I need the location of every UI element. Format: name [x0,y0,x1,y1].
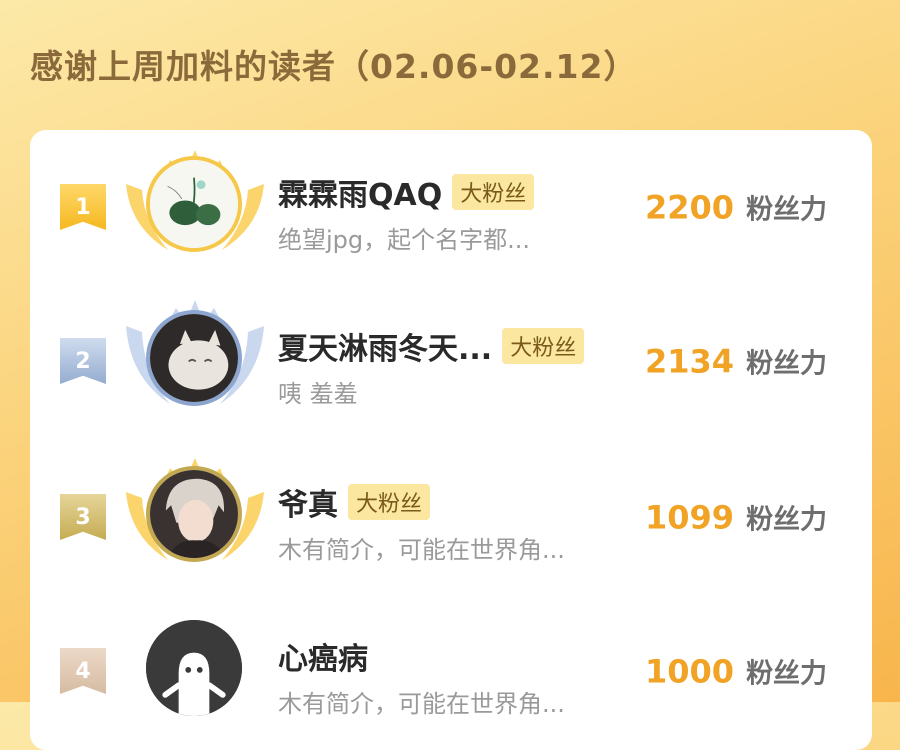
page-title: 感谢上周加料的读者（02.06-02.12） [30,47,638,86]
reader-bio: 咦 羞羞 [278,380,358,408]
reader-row-2[interactable]: 2 夏天淋雨冬天... 大粉丝 咦 羞羞 2134 粉丝力 [30,286,872,436]
fan-power-value: 1000 [645,652,735,691]
fan-power-value: 2134 [645,342,735,381]
avatar-frame [120,442,270,582]
fan-level-badge: 大粉丝 [502,328,585,364]
fan-power-unit: 粉丝力 [746,658,828,690]
fan-power: 1099 粉丝力 [645,498,827,537]
fan-power-unit: 粉丝力 [746,504,828,536]
rank-badge-icon: 3 [60,494,106,540]
reader-name[interactable]: 霖霖雨QAQ [278,170,442,214]
fan-power: 2134 粉丝力 [645,342,827,381]
white-cat-avatar-icon [150,314,238,402]
reader-name[interactable]: 心癌病 [278,634,368,678]
fan-level-badge: 大粉丝 [452,174,535,210]
fan-level-badge: 大粉丝 [348,484,431,520]
reader-bio: 绝望jpg，起个名字都... [278,226,531,254]
rank-badge-icon: 1 [60,184,106,230]
reader-row-3[interactable]: 3 爷真 大粉丝 木有简介，可能在世界角... 1099 粉丝力 [30,442,872,592]
fan-power-value: 1099 [645,498,735,537]
reader-row-4[interactable]: 4 心癌病 木有简介，可能在世界角... 1000 粉丝力 [30,596,872,746]
fan-power-unit: 粉丝力 [746,348,828,380]
reader-name[interactable]: 爷真 [278,480,338,524]
avatar[interactable] [146,466,242,562]
fan-power-value: 2200 [645,188,735,227]
avatar[interactable] [146,156,242,252]
fan-power-unit: 粉丝力 [746,194,828,226]
reader-ranking-card: 1 霖霖雨QAQ 大粉丝 绝望jpg，起个名字都... 2200 粉丝力 2 夏… [30,130,872,750]
reader-name[interactable]: 夏天淋雨冬天... [278,324,492,368]
avatar-frame [120,132,270,272]
fan-power: 2200 粉丝力 [645,188,827,227]
anime-boy-avatar-icon [150,470,238,558]
rank-badge-icon: 4 [60,648,106,694]
lotus-painting-avatar-icon [150,160,238,248]
fan-power: 1000 粉丝力 [645,652,827,691]
avatar[interactable] [146,310,242,406]
reader-row-1[interactable]: 1 霖霖雨QAQ 大粉丝 绝望jpg，起个名字都... 2200 粉丝力 [30,132,872,282]
rank-badge-icon: 2 [60,338,106,384]
reader-bio: 木有简介，可能在世界角... [278,536,565,564]
avatar-frame [120,596,270,736]
avatar-frame [120,286,270,426]
